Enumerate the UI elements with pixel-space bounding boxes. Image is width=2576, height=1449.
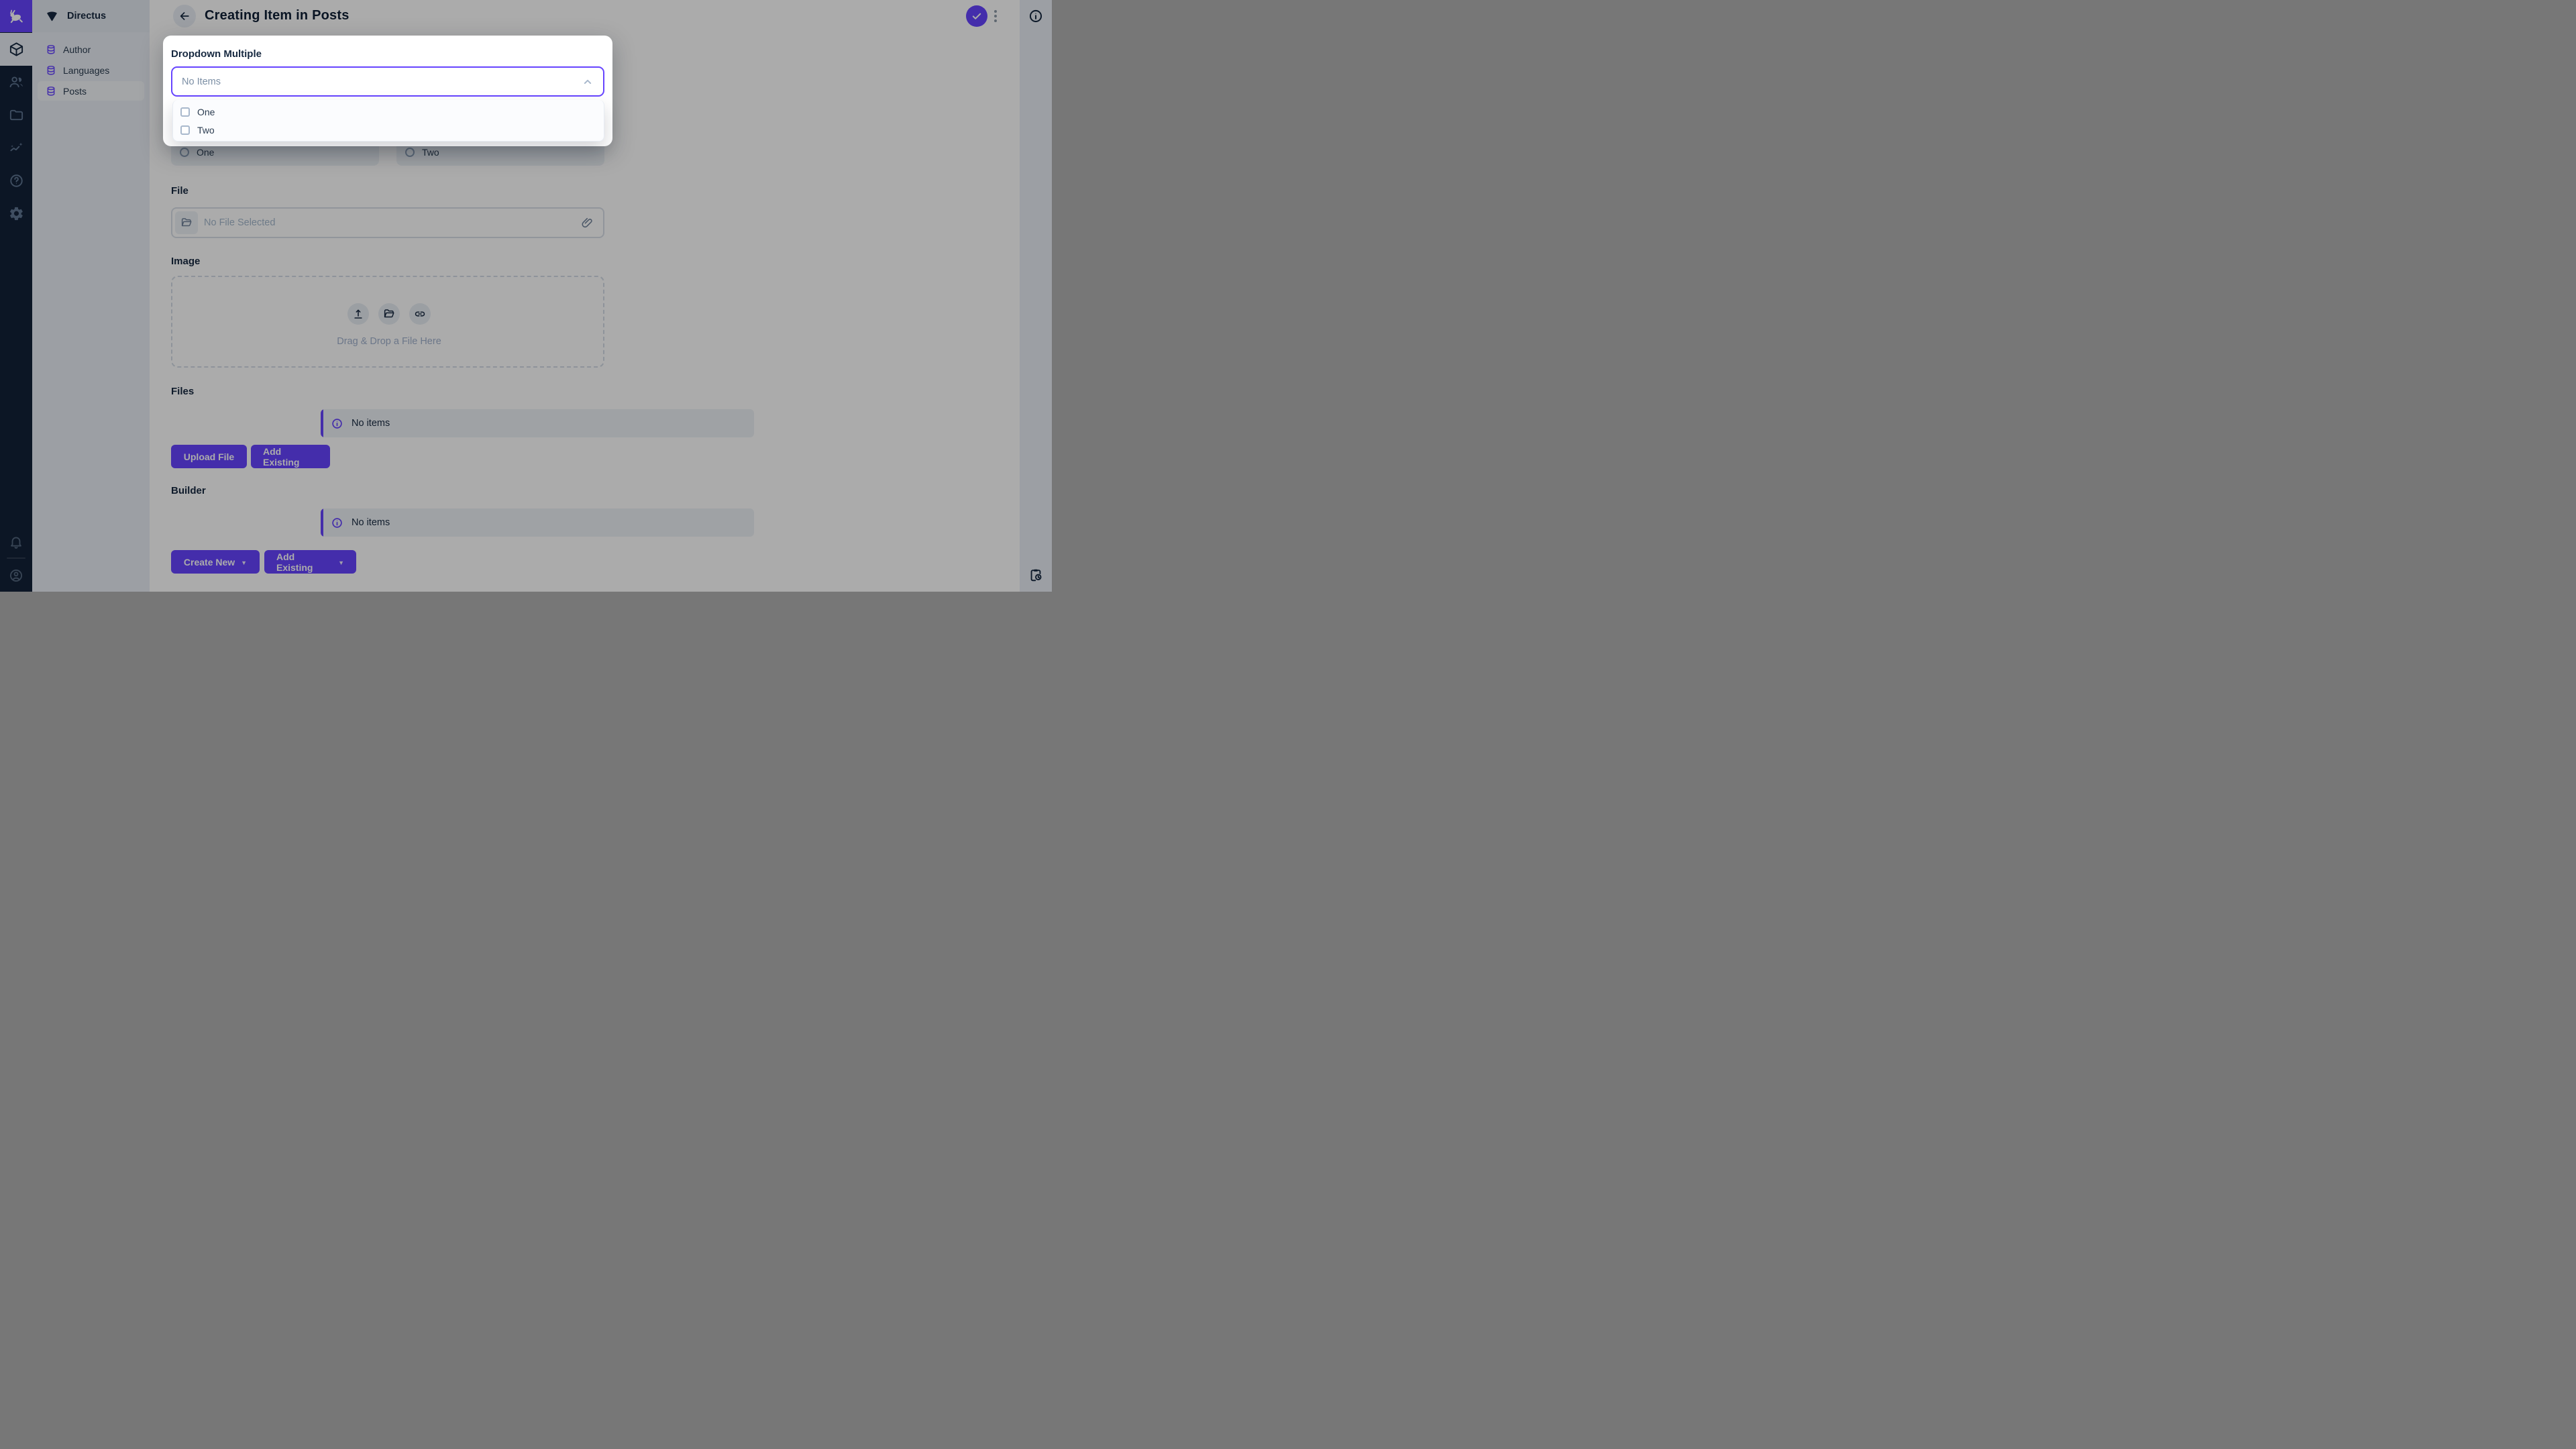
checkbox-unchecked-icon[interactable]	[180, 107, 190, 117]
option-two[interactable]: Two	[173, 121, 604, 139]
checkbox-unchecked-icon[interactable]	[180, 125, 190, 135]
option-one[interactable]: One	[173, 103, 604, 121]
select-value: No Items	[182, 76, 221, 87]
dropdown-multiple-label: Dropdown Multiple	[171, 48, 262, 60]
chevron-up-icon	[581, 75, 594, 89]
dropdown-multiple-select[interactable]: No Items	[171, 66, 604, 97]
dropdown-options-menu: One Two	[172, 100, 604, 142]
directus-app: Directus Author Languages Posts Creating…	[0, 0, 1052, 592]
